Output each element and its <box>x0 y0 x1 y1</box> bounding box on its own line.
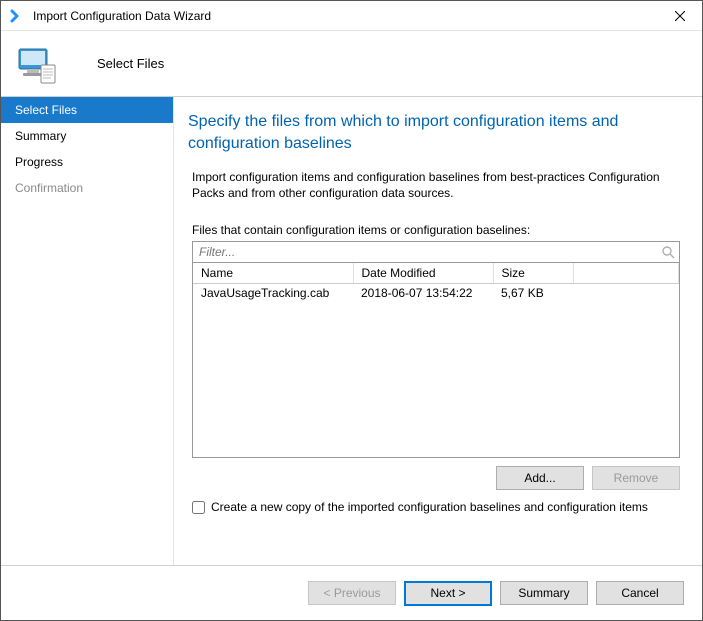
col-date[interactable]: Date Modified <box>353 263 493 283</box>
close-icon <box>675 11 685 21</box>
col-size[interactable]: Size <box>493 263 573 283</box>
wizard-body: Select Files Summary Progress Confirmati… <box>1 97 702 565</box>
sidebar-step-confirmation: Confirmation <box>1 175 173 201</box>
cell-size: 5,67 KB <box>493 283 573 302</box>
file-table: Name Date Modified Size JavaUsageTrackin… <box>193 263 679 302</box>
filter-input[interactable] <box>193 242 657 262</box>
cancel-button[interactable]: Cancel <box>596 581 684 605</box>
sidebar-step-summary[interactable]: Summary <box>1 123 173 149</box>
wizard-sidebar: Select Files Summary Progress Confirmati… <box>1 97 174 565</box>
table-row[interactable]: JavaUsageTracking.cab 2018-06-07 13:54:2… <box>193 283 679 302</box>
header-label: Select Files <box>97 56 164 71</box>
page-title: Specify the files from which to import c… <box>188 111 684 155</box>
table-header-row: Name Date Modified Size <box>193 263 679 283</box>
col-spacer <box>573 263 679 283</box>
file-table-wrap[interactable]: Name Date Modified Size JavaUsageTrackin… <box>192 263 680 458</box>
window-title: Import Configuration Data Wizard <box>33 9 657 23</box>
sidebar-step-select-files[interactable]: Select Files <box>1 97 173 123</box>
list-label: Files that contain configuration items o… <box>188 223 684 237</box>
search-icon[interactable] <box>657 242 679 262</box>
cell-name: JavaUsageTracking.cab <box>193 283 353 302</box>
summary-button[interactable]: Summary <box>500 581 588 605</box>
copy-checkbox-row: Create a new copy of the imported config… <box>192 500 680 514</box>
next-button[interactable]: Next > <box>404 581 492 606</box>
wizard-header: Select Files <box>1 31 702 97</box>
instruction-text: Import configuration items and configura… <box>188 169 684 201</box>
wizard-content: Specify the files from which to import c… <box>174 97 702 565</box>
previous-button: < Previous <box>308 581 396 605</box>
copy-checkbox[interactable] <box>192 501 205 514</box>
remove-button: Remove <box>592 466 680 490</box>
titlebar: Import Configuration Data Wizard <box>1 1 702 31</box>
cell-date: 2018-06-07 13:54:22 <box>353 283 493 302</box>
wizard-icon <box>13 41 59 87</box>
add-button[interactable]: Add... <box>496 466 584 490</box>
wizard-footer: < Previous Next > Summary Cancel <box>1 565 702 620</box>
filter-row <box>192 241 680 263</box>
add-remove-row: Add... Remove <box>192 466 680 490</box>
close-button[interactable] <box>657 1 702 31</box>
sidebar-step-progress[interactable]: Progress <box>1 149 173 175</box>
copy-checkbox-label: Create a new copy of the imported config… <box>211 500 648 514</box>
app-icon <box>9 8 25 24</box>
col-name[interactable]: Name <box>193 263 353 283</box>
